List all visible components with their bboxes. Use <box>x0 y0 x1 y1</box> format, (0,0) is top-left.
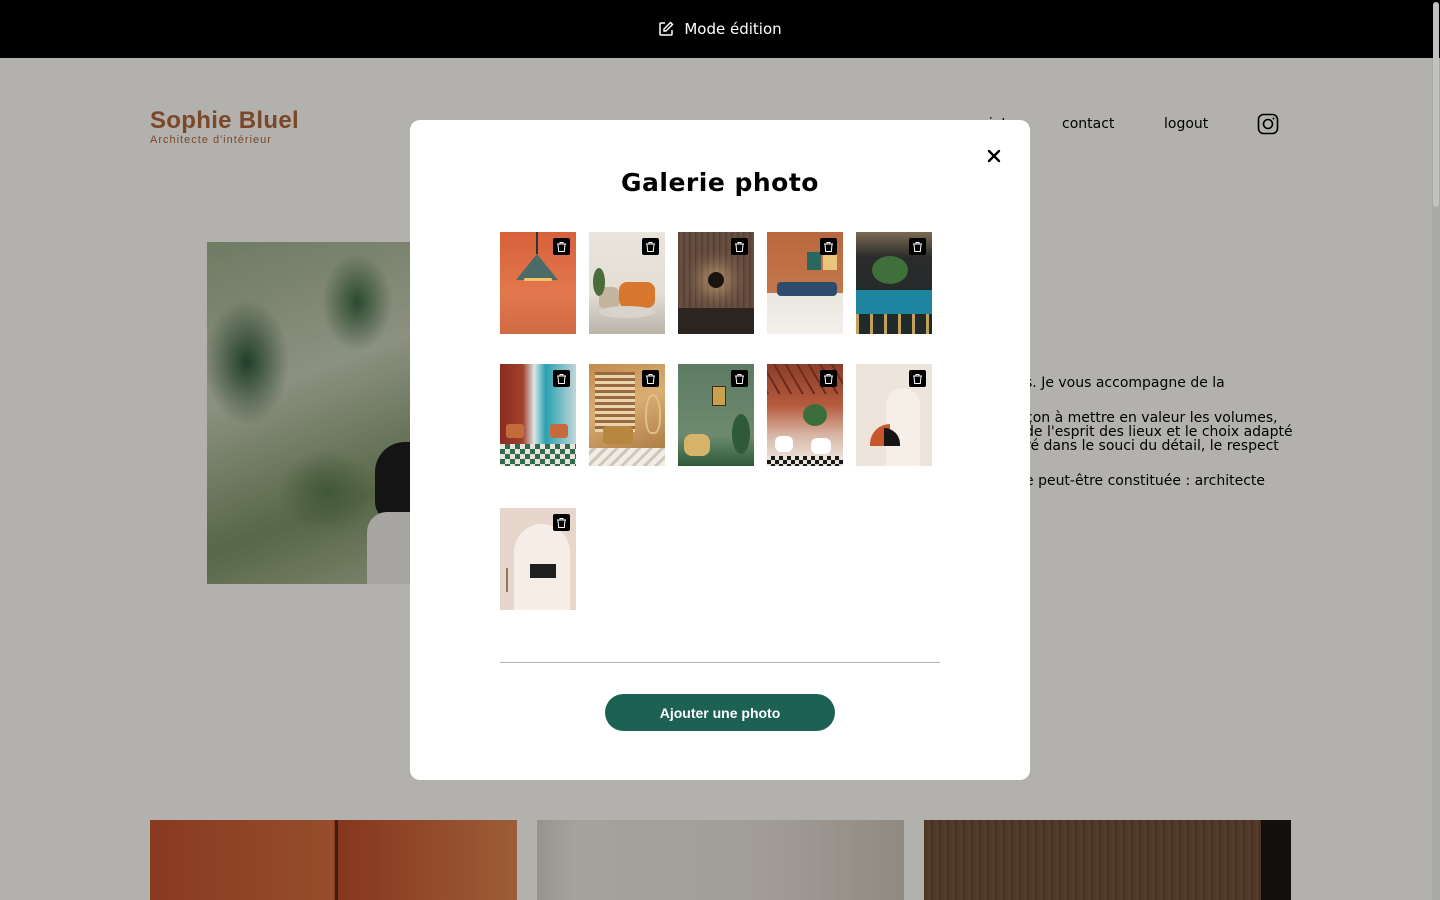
delete-photo-button[interactable] <box>642 238 659 255</box>
gallery-thumb <box>500 232 576 334</box>
delete-photo-button[interactable] <box>553 238 570 255</box>
gallery-thumb <box>856 364 932 466</box>
trash-icon <box>735 373 744 384</box>
delete-photo-button[interactable] <box>642 370 659 387</box>
add-photo-button[interactable]: Ajouter une photo <box>605 694 835 731</box>
trash-icon <box>913 241 922 252</box>
edit-mode-bar[interactable]: Mode édition <box>0 0 1440 58</box>
close-icon <box>987 149 1001 163</box>
gallery-thumb <box>500 508 576 610</box>
scrollbar-thumb[interactable] <box>1433 2 1439 207</box>
gallery-thumb <box>856 232 932 334</box>
edit-icon <box>659 21 674 36</box>
edit-mode-label: Mode édition <box>684 20 782 38</box>
trash-icon <box>557 517 566 528</box>
trash-icon <box>646 373 655 384</box>
close-modal-button[interactable] <box>982 144 1006 168</box>
delete-photo-button[interactable] <box>909 238 926 255</box>
trash-icon <box>557 373 566 384</box>
trash-icon <box>735 241 744 252</box>
gallery-thumb <box>678 232 754 334</box>
trash-icon <box>646 241 655 252</box>
delete-photo-button[interactable] <box>820 370 837 387</box>
gallery-thumb <box>678 364 754 466</box>
delete-photo-button[interactable] <box>731 238 748 255</box>
trash-icon <box>824 373 833 384</box>
gallery-thumb <box>589 232 665 334</box>
trash-icon <box>913 373 922 384</box>
gallery-thumb <box>589 364 665 466</box>
delete-photo-button[interactable] <box>909 370 926 387</box>
trash-icon <box>557 241 566 252</box>
gallery-modal: Galerie photo Ajouter une photo <box>410 120 1030 780</box>
modal-title: Galerie photo <box>621 168 819 197</box>
modal-separator <box>500 662 940 663</box>
gallery-thumb <box>500 364 576 466</box>
delete-photo-button[interactable] <box>731 370 748 387</box>
gallery-thumb <box>767 364 843 466</box>
page-scrollbar[interactable] <box>1432 0 1440 900</box>
gallery-thumb <box>767 232 843 334</box>
delete-photo-button[interactable] <box>553 370 570 387</box>
delete-photo-button[interactable] <box>820 238 837 255</box>
trash-icon <box>824 241 833 252</box>
delete-photo-button[interactable] <box>553 514 570 531</box>
